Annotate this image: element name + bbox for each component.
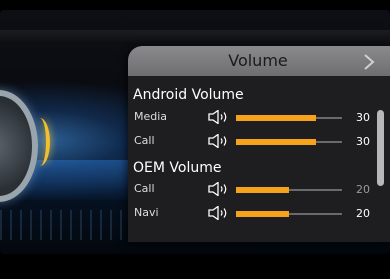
row-label-navi: Navi [134, 206, 159, 219]
call-volume-slider[interactable] [236, 139, 342, 145]
volume-panel: Volume Android Volume Media 30 Call 30 O… [128, 46, 390, 242]
chevron-right-icon [364, 54, 375, 70]
row-label-media: Media [134, 110, 168, 123]
gold-arc-graphic [30, 118, 50, 166]
row-label-oem-call: Call [134, 182, 155, 195]
slider-fill [236, 115, 316, 121]
speaker-icon [208, 206, 227, 220]
row-value-media: 30 [356, 111, 370, 124]
row-value-call: 30 [356, 135, 370, 148]
panel-title: Volume [228, 51, 288, 70]
row-label-call: Call [134, 134, 155, 147]
screen: Volume Android Volume Media 30 Call 30 O… [0, 0, 390, 279]
speaker-icon [208, 182, 227, 196]
speaker-icon [208, 134, 227, 148]
row-value-navi: 20 [356, 207, 370, 220]
panel-header: Volume [128, 46, 390, 76]
top-band [0, 30, 390, 44]
navi-volume-slider[interactable] [236, 211, 342, 217]
row-value-oem-call: 20 [356, 183, 370, 196]
oem-call-volume-slider[interactable] [236, 187, 342, 193]
speaker-icon [208, 110, 227, 124]
slider-fill [236, 187, 289, 193]
scrollbar[interactable] [377, 110, 384, 186]
panel-body: Android Volume Media 30 Call 30 OEM Volu… [128, 76, 390, 242]
slider-fill [236, 139, 316, 145]
media-volume-slider[interactable] [236, 115, 342, 121]
section-heading-android: Android Volume [133, 87, 244, 103]
section-heading-oem: OEM Volume [133, 160, 222, 176]
close-button[interactable] [356, 50, 382, 74]
slider-fill [236, 211, 289, 217]
